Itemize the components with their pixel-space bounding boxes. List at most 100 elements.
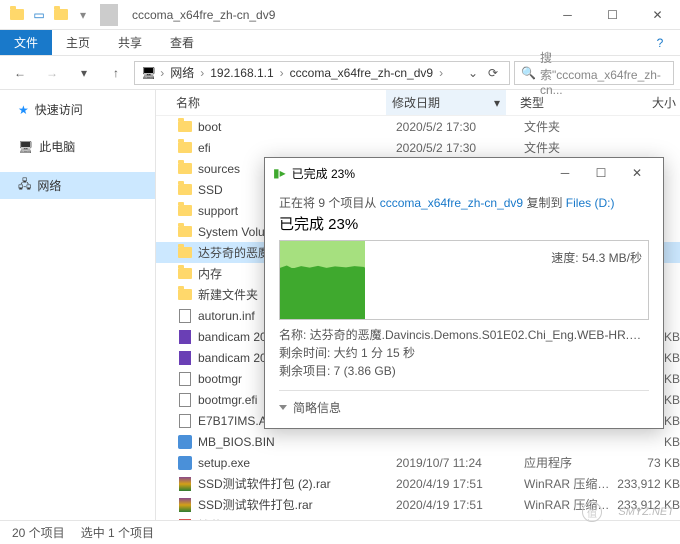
- file-type: 应用程序: [510, 454, 610, 471]
- col-date[interactable]: 修改日期▾: [386, 90, 506, 115]
- tree-quick-access[interactable]: ★快速访问: [0, 98, 155, 121]
- col-size[interactable]: 大小: [606, 94, 676, 111]
- dialog-body: 正在将 9 个项目从 cccoma_x64fre_zh-cn_dv9 复制到 F…: [265, 188, 663, 428]
- col-name[interactable]: 名称: [176, 94, 386, 111]
- folder-icon: [176, 226, 194, 237]
- table-row[interactable]: boot2020/5/2 17:30文件夹: [156, 116, 680, 137]
- table-row[interactable]: SSD测试软件打包 (2).rar2020/4/19 17:51WinRAR 压…: [156, 473, 680, 494]
- tree-network[interactable]: 🖧网络: [0, 172, 155, 199]
- file-icon: [176, 372, 194, 386]
- nav-tree: ★快速访问 🖥 此电脑 🖧网络: [0, 90, 156, 520]
- tree-this-pc[interactable]: 🖥 此电脑: [0, 135, 155, 158]
- speed-chart: 速度: 54.3 MB/秒: [279, 240, 649, 320]
- col-type[interactable]: 类型: [506, 94, 606, 111]
- file-icon: [176, 309, 194, 323]
- new-folder-icon[interactable]: [52, 4, 70, 26]
- dialog-close-button[interactable]: ✕: [619, 159, 655, 187]
- crumb-folder[interactable]: cccoma_x64fre_zh-cn_dv9: [288, 66, 435, 80]
- close-button[interactable]: ✕: [635, 0, 680, 30]
- bdc-icon: [176, 330, 194, 344]
- file-name: setup.exe: [198, 456, 390, 470]
- star-icon: ★: [18, 103, 29, 117]
- file-type: 文件夹: [510, 139, 610, 156]
- minimize-button[interactable]: ─: [545, 0, 590, 30]
- items-remaining: 7 (3.86 GB): [334, 364, 396, 378]
- selection-count: 选中 1 个项目: [81, 524, 154, 541]
- refresh-icon[interactable]: ⟳: [483, 66, 503, 80]
- recent-dropdown[interactable]: ▾: [70, 60, 98, 86]
- crumb-host[interactable]: 192.168.1.1: [208, 66, 275, 80]
- search-box[interactable]: 🔍 搜索"cccoma_x64fre_zh-cn...: [514, 61, 674, 85]
- watermark: SMYZ.NET: [618, 506, 674, 518]
- watermark-badge: 值: [582, 502, 602, 522]
- forward-button[interactable]: →: [38, 60, 66, 86]
- addr-dropdown-icon[interactable]: ⌄: [463, 66, 483, 80]
- properties-icon[interactable]: ▭: [30, 4, 48, 26]
- dialog-titlebar: ▮▸ 已完成 23% ─ ☐ ✕: [265, 158, 663, 188]
- caret-down-icon: [279, 405, 287, 410]
- folder-icon: [176, 184, 194, 195]
- file-date: 2020/4/19 17:51: [390, 498, 510, 512]
- table-row[interactable]: MB_BIOS.BIN KB: [156, 431, 680, 452]
- item-count: 20 个项目: [12, 524, 65, 541]
- more-details-toggle[interactable]: 简略信息: [279, 390, 649, 416]
- bdc-icon: [176, 351, 194, 365]
- file-size: 233,912 KB: [610, 477, 680, 491]
- dialog-minimize-button[interactable]: ─: [547, 159, 583, 187]
- progress-label: 已完成 23%: [279, 213, 649, 234]
- network-icon: 🖥: [141, 66, 156, 80]
- maximize-button[interactable]: ☐: [590, 0, 635, 30]
- exe-icon: [176, 456, 194, 470]
- folder-icon: [176, 205, 194, 216]
- time-remaining: 大约 1 分 15 秒: [334, 346, 415, 360]
- src-link[interactable]: cccoma_x64fre_zh-cn_dv9: [380, 196, 523, 210]
- explorer-icon: [8, 4, 26, 26]
- file-name: MB_BIOS.BIN: [198, 435, 390, 449]
- chevron-right-icon[interactable]: ›: [200, 66, 204, 80]
- tab-file[interactable]: 文件: [0, 30, 52, 55]
- rar-icon: [176, 498, 194, 512]
- chevron-right-icon[interactable]: ›: [160, 66, 164, 80]
- table-row[interactable]: efi2020/5/2 17:30文件夹: [156, 137, 680, 158]
- file-size: 73 KB: [610, 456, 680, 470]
- quick-access-toolbar: ▭ ▾: [8, 4, 122, 26]
- dialog-maximize-button[interactable]: ☐: [583, 159, 619, 187]
- file-name: efi: [198, 141, 390, 155]
- status-bar: 20 个项目 选中 1 个项目: [0, 520, 680, 544]
- file-name: boot: [198, 120, 390, 134]
- table-row[interactable]: setup.exe2019/10/7 11:24应用程序73 KB: [156, 452, 680, 473]
- file-size: KB: [610, 435, 680, 449]
- copy-icon: ▮▸: [273, 166, 286, 180]
- folder-icon: [176, 268, 194, 279]
- folder-icon: [176, 289, 194, 300]
- speed-label: 速度: 54.3 MB/秒: [551, 249, 642, 266]
- nav-toolbar: ← → ▾ ↑ 🖥 › 网络 › 192.168.1.1 › cccoma_x6…: [0, 56, 680, 90]
- chevron-right-icon[interactable]: ›: [439, 66, 443, 80]
- back-button[interactable]: ←: [6, 60, 34, 86]
- chevron-right-icon[interactable]: ›: [280, 66, 284, 80]
- folder-icon: [176, 121, 194, 132]
- dst-link[interactable]: Files (D:): [566, 196, 615, 210]
- qat-dropdown-icon[interactable]: ▾: [74, 4, 92, 26]
- window-controls: ─ ☐ ✕: [545, 0, 680, 30]
- tab-share[interactable]: 共享: [104, 30, 156, 55]
- address-bar[interactable]: 🖥 › 网络 › 192.168.1.1 › cccoma_x64fre_zh-…: [134, 61, 510, 85]
- more-label: 简略信息: [293, 399, 341, 416]
- file-name: SSD测试软件打包 (2).rar: [198, 475, 390, 492]
- tab-view[interactable]: 查看: [156, 30, 208, 55]
- window-title: cccoma_x64fre_zh-cn_dv9: [132, 8, 275, 22]
- folder-icon: [176, 163, 194, 174]
- tab-home[interactable]: 主页: [52, 30, 104, 55]
- file-icon: [176, 414, 194, 428]
- tree-label: 此电脑: [39, 138, 75, 155]
- chart-progress-dark: [280, 268, 365, 319]
- pc-icon: 🖥: [18, 140, 33, 154]
- rar-icon: [176, 477, 194, 491]
- file-type: 文件夹: [510, 118, 610, 135]
- up-button[interactable]: ↑: [102, 60, 130, 86]
- crumb-root[interactable]: 网络: [168, 64, 196, 81]
- transfer-details: 名称: 达芬奇的恶魔.Davincis.Demons.S01E02.Chi_En…: [279, 326, 649, 380]
- file-date: 2020/5/2 17:30: [390, 120, 510, 134]
- file-name: SSD测试软件打包.rar: [198, 496, 390, 513]
- current-file: 达芬奇的恶魔.Davincis.Demons.S01E02.Chi_Eng.WE…: [310, 328, 649, 342]
